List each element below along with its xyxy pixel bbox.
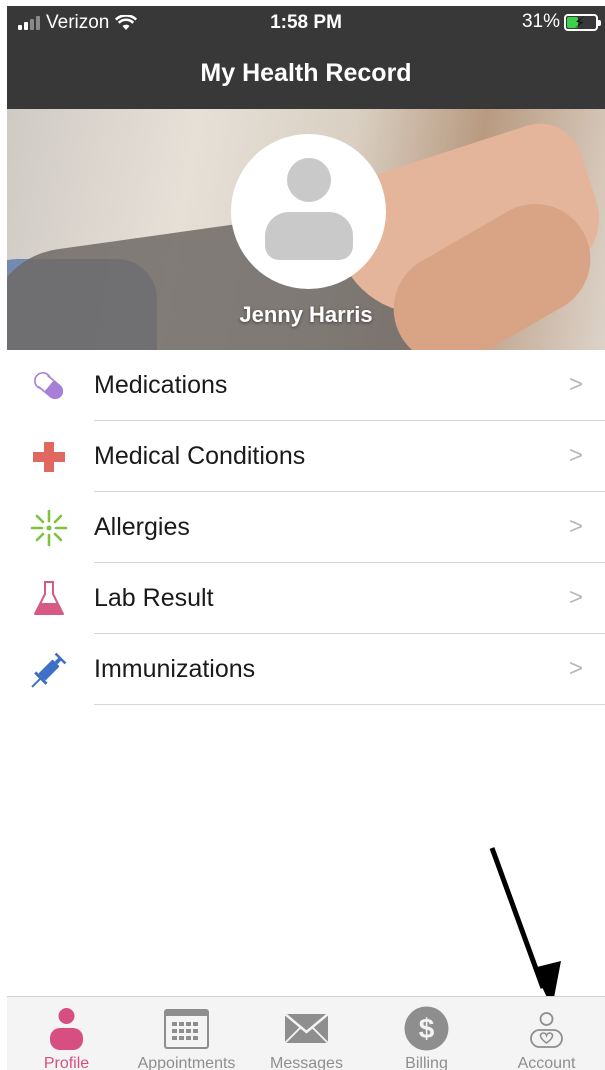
menu-item-medical-conditions[interactable]: Medical Conditions > — [7, 421, 605, 492]
status-time: 1:58 PM — [270, 12, 342, 33]
chevron-right-icon: > — [568, 371, 583, 398]
status-bar: Verizon 1:58 PM 31% ⚡ — [7, 6, 605, 40]
chevron-right-icon: > — [568, 655, 583, 682]
profile-hero: Jenny Harris — [7, 109, 605, 350]
tab-bar: Profile Appointments Messages $ Billing … — [7, 996, 605, 1070]
menu-item-medications[interactable]: Medications > — [7, 350, 605, 421]
tab-billing[interactable]: $ Billing — [367, 997, 486, 1070]
menu-item-label: Immunizations — [94, 655, 256, 683]
annotation-arrow-icon — [489, 847, 561, 1008]
top-bar: Verizon 1:58 PM 31% ⚡ My Health Record — [7, 6, 605, 109]
tab-account[interactable]: Account — [487, 997, 605, 1070]
tab-label: Messages — [270, 1055, 343, 1070]
envelope-icon — [284, 1013, 329, 1044]
battery-icon: ⚡ — [564, 13, 601, 32]
menu-item-immunizations[interactable]: Immunizations > — [7, 634, 605, 705]
divider — [94, 704, 605, 705]
menu-item-label: Lab Result — [94, 584, 214, 612]
tab-appointments[interactable]: Appointments — [127, 997, 246, 1070]
user-name: Jenny Harris — [239, 302, 373, 327]
pill-icon — [34, 372, 64, 400]
page-title: My Health Record — [200, 59, 412, 87]
menu-item-label: Medical Conditions — [94, 442, 306, 470]
medical-cross-icon — [33, 442, 65, 472]
tab-label: Profile — [43, 1055, 90, 1070]
avatar[interactable] — [231, 134, 386, 289]
tab-label: Account — [517, 1055, 576, 1070]
health-record-menu: Medications > Medical Conditions > Aller… — [7, 350, 605, 705]
chevron-right-icon: > — [568, 584, 583, 611]
allergy-burst-icon — [30, 509, 68, 547]
tab-label: Billing — [405, 1055, 448, 1070]
svg-text:$: $ — [419, 1013, 435, 1044]
chevron-right-icon: > — [568, 513, 583, 540]
profile-icon — [50, 1008, 83, 1050]
menu-item-label: Medications — [94, 371, 228, 399]
chevron-right-icon: > — [568, 442, 583, 469]
tab-messages[interactable]: Messages — [247, 997, 366, 1070]
dollar-icon: $ — [404, 1006, 449, 1051]
menu-item-label: Allergies — [94, 513, 190, 541]
app-frame: Verizon 1:58 PM 31% ⚡ My Health Record J… — [7, 6, 605, 1070]
lab-flask-icon — [34, 581, 64, 615]
status-right: 31% ⚡ — [521, 11, 601, 33]
tab-profile[interactable]: Profile — [7, 997, 126, 1070]
account-icon — [530, 1012, 563, 1048]
calendar-icon — [164, 1009, 209, 1049]
syringe-icon — [31, 652, 67, 688]
battery-percent: 31% — [521, 11, 560, 32]
menu-item-allergies[interactable]: Allergies > — [7, 492, 605, 563]
tab-label: Appointments — [137, 1055, 236, 1070]
menu-item-lab-result[interactable]: Lab Result > — [7, 563, 605, 634]
